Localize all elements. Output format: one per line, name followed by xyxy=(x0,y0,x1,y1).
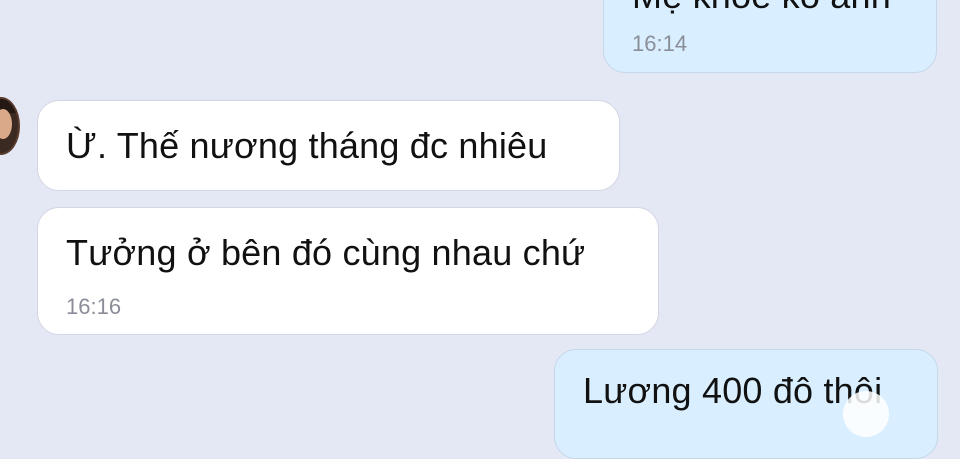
message-text: Mẹ khoẻ ko anh xyxy=(632,0,891,17)
chat-thread: Mẹ khoẻ ko anh 16:14 Ừ. Thế nương tháng … xyxy=(0,0,960,459)
scroll-to-bottom-button[interactable] xyxy=(843,391,889,437)
avatar-face xyxy=(0,109,12,139)
message-bubble-outgoing[interactable]: Mẹ khoẻ ko anh 16:14 xyxy=(603,0,937,73)
message-text: Tưởng ở bên đó cùng nhau chứ xyxy=(66,232,586,273)
message-timestamp: 16:14 xyxy=(632,31,688,56)
message-timestamp: 16:16 xyxy=(66,294,122,319)
message-bubble-incoming[interactable]: Ừ. Thế nương tháng đc nhiêu xyxy=(37,100,620,191)
message-bubble-incoming[interactable]: Tưởng ở bên đó cùng nhau chứ 16:16 xyxy=(37,207,659,335)
message-text: Ừ. Thế nương tháng đc nhiêu xyxy=(66,125,548,166)
contact-avatar[interactable] xyxy=(0,97,20,155)
